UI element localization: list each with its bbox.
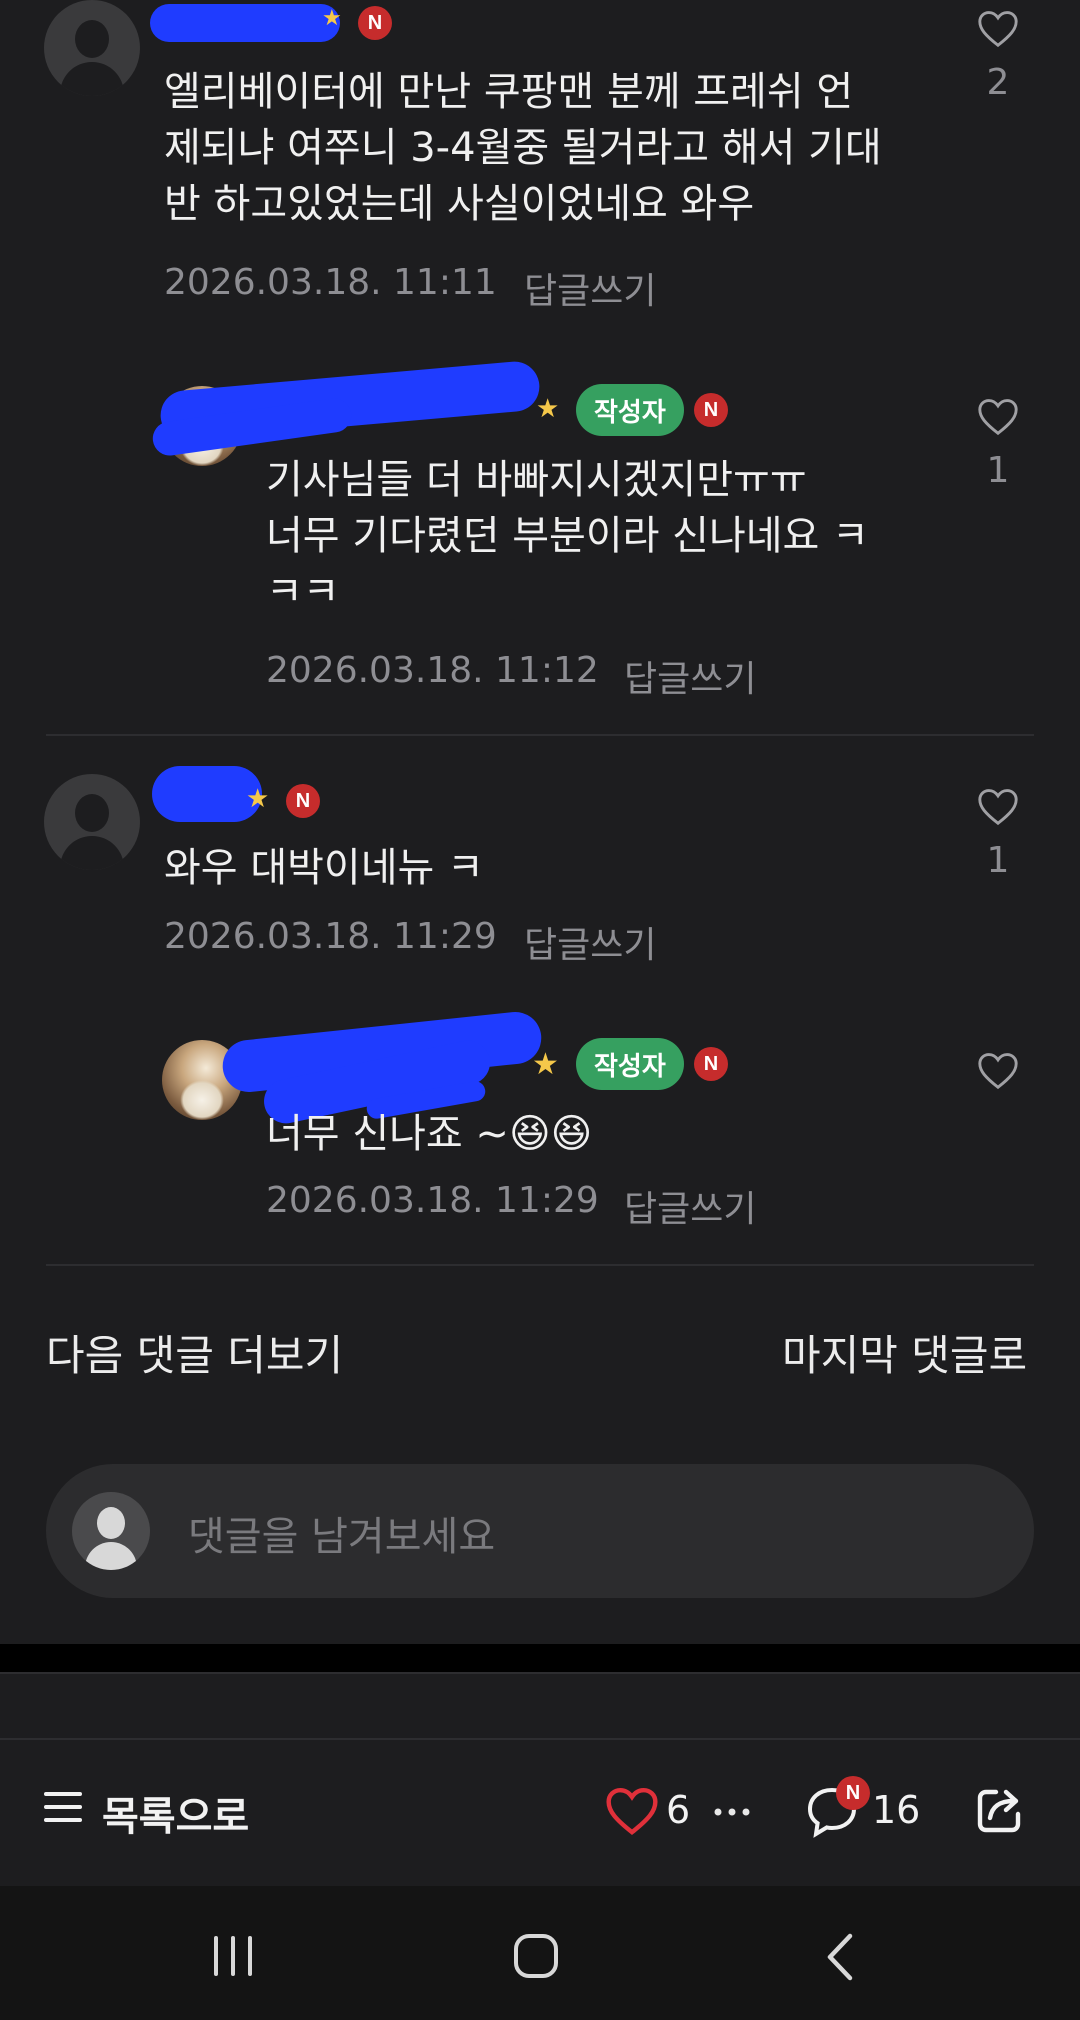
heart-outline-icon xyxy=(978,789,1018,826)
like-count: 6 xyxy=(666,1788,691,1832)
author-tag: 작성자 xyxy=(576,384,684,436)
comment-date: 2026.03.18. 11:29 xyxy=(164,916,497,957)
avatar[interactable] xyxy=(44,774,140,870)
star-icon: ★ xyxy=(322,6,342,31)
next-section-peek xyxy=(0,1672,1080,1738)
menu-icon[interactable] xyxy=(44,1790,82,1824)
reply-button[interactable]: 답글쓰기 xyxy=(624,1180,756,1232)
recent-apps-icon[interactable] xyxy=(210,1934,256,1978)
heart-outline-icon xyxy=(978,1053,1018,1090)
like-button[interactable] xyxy=(968,396,1028,440)
comment-date: 2026.03.18. 11:11 xyxy=(164,262,497,303)
comment-count: 16 xyxy=(872,1788,921,1832)
home-icon[interactable] xyxy=(512,1932,560,1980)
redacted-username xyxy=(150,4,340,42)
share-icon[interactable] xyxy=(972,1782,1028,1838)
divider xyxy=(46,1264,1034,1266)
heart-outline-icon xyxy=(978,399,1018,436)
back-icon[interactable] xyxy=(822,1932,856,1982)
comment-input-placeholder: 댓글을 남겨보세요 xyxy=(188,1514,496,1560)
comment-text: 너무 신나죠 ~😆😆 xyxy=(266,1111,593,1157)
more-comments-link[interactable]: 다음 댓글 더보기 xyxy=(46,1322,343,1383)
star-icon: ★ xyxy=(536,394,560,424)
last-comment-link[interactable]: 마지막 댓글로 xyxy=(782,1322,1027,1383)
like-count: 1 xyxy=(986,450,1010,491)
system-navigation-bar xyxy=(0,1886,1080,2020)
like-count: 2 xyxy=(986,62,1010,103)
reply-button[interactable]: 답글쓰기 xyxy=(624,650,756,702)
comment-text: 와우 대박이네뉴 ㅋ xyxy=(164,845,484,891)
new-badge: N xyxy=(286,784,320,818)
author-tag: 작성자 xyxy=(576,1038,684,1090)
like-button[interactable] xyxy=(968,786,1028,830)
like-count: 1 xyxy=(986,840,1010,881)
reply-button[interactable]: 답글쓰기 xyxy=(524,916,656,968)
comment-new-badge: N xyxy=(836,1776,870,1810)
star-icon: ★ xyxy=(246,784,270,814)
new-badge: N xyxy=(694,393,728,427)
avatar[interactable] xyxy=(44,0,140,96)
my-avatar xyxy=(72,1492,150,1570)
more-icon[interactable] xyxy=(712,1806,752,1818)
heart-outline-icon xyxy=(978,11,1018,48)
reply-button[interactable]: 답글쓰기 xyxy=(524,262,656,314)
divider xyxy=(46,734,1034,736)
back-to-list-button[interactable]: 목록으로 xyxy=(102,1784,249,1842)
like-button[interactable] xyxy=(968,1050,1028,1094)
new-badge: N xyxy=(694,1047,728,1081)
comment-text: 엘리베이터에 만난 쿠팡맨 분께 프레쉬 언 제되냐 여쭈니 3-4월중 될거라… xyxy=(164,69,882,227)
section-separator xyxy=(0,1644,1080,1672)
heart-icon[interactable] xyxy=(604,1784,660,1836)
new-badge: N xyxy=(358,6,392,40)
comment-date: 2026.03.18. 11:29 xyxy=(266,1180,599,1221)
comment-input[interactable]: 댓글을 남겨보세요 xyxy=(46,1464,1034,1598)
bottom-action-bar: 목록으로 6 N 16 xyxy=(0,1738,1080,1886)
star-icon: ★ xyxy=(532,1047,559,1082)
comment-text: 기사님들 더 바빠지시겠지만ㅠㅠ 너무 기다렸던 부분이라 신나네요 ㅋ ㅋㅋ xyxy=(266,457,869,615)
like-button[interactable] xyxy=(968,8,1028,52)
comment-date: 2026.03.18. 11:12 xyxy=(266,650,599,691)
